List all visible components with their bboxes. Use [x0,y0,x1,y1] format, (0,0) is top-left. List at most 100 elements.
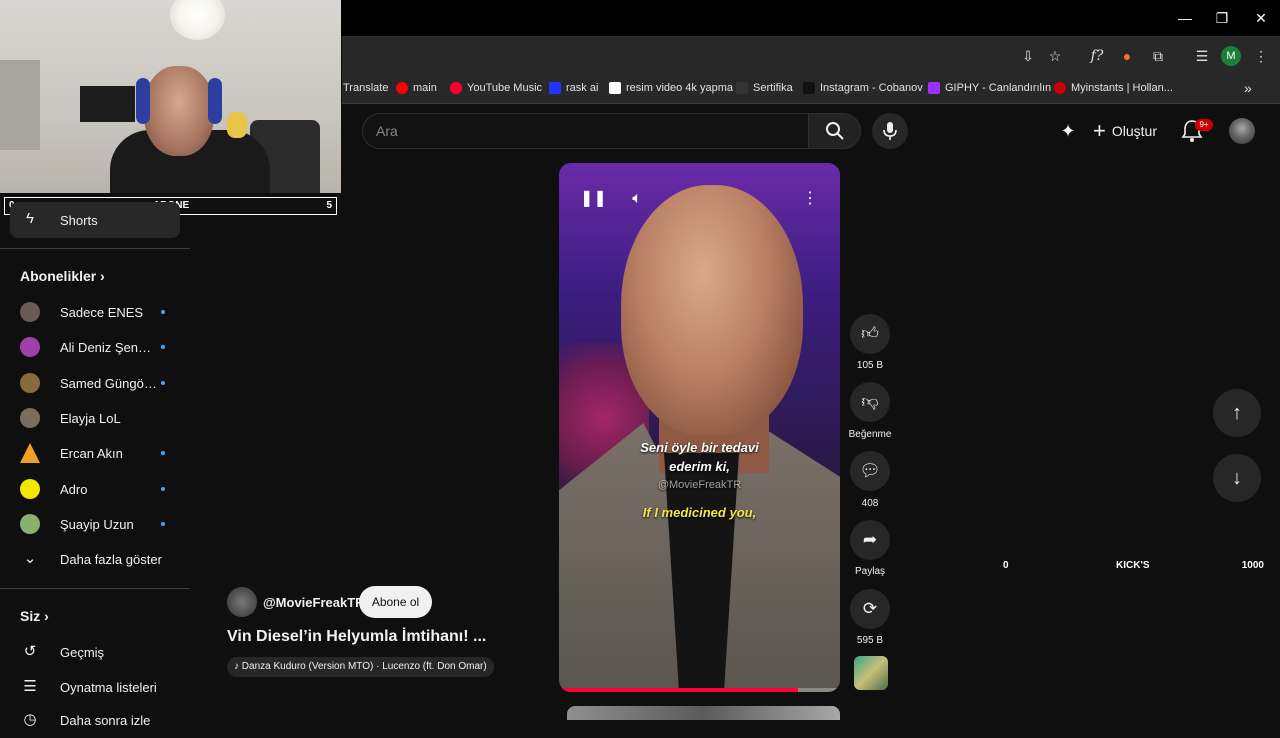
next-short-preview[interactable] [567,706,840,720]
clock-icon: ◷ [23,711,37,728]
search-button[interactable] [808,113,861,149]
you-heading[interactable]: Siz › [20,608,49,624]
sidebar-item-label: Oynatma listeleri [60,679,157,695]
address-bar[interactable] [352,41,1280,71]
gemini-sparkle-icon[interactable]: ✦ [1057,120,1079,142]
chevron-down-icon: ⌄ [23,550,37,567]
bookmark-giphy[interactable]: GIPHY - Canlandırılın [928,82,1051,94]
sidebar-item-history[interactable]: ↺ Geçmiş [0,634,190,670]
sidebar-item-subscription[interactable]: Ercan Akın [0,435,190,471]
remix-icon: ⟳ [862,599,878,618]
sidebar-item-label: Şuayip Uzun [60,516,134,532]
subscribe-button[interactable]: Abone ol [359,586,432,618]
extensions-puzzle-icon[interactable]: ⧉ [1147,45,1169,67]
remix-count: 595 B [856,635,884,646]
pause-icon[interactable]: ❚❚ [580,187,607,211]
dislike-button[interactable]: 👎︎ [850,382,890,422]
sidebar-item-subscription[interactable]: Sadece ENES [0,294,190,330]
close-button[interactable]: ✕ [1251,8,1271,28]
arrow-up-icon: ↑ [1232,402,1242,424]
browser-toolbar [342,36,1280,76]
webcam-feed [0,0,341,193]
video-progress-track[interactable] [559,688,840,692]
previous-short-button[interactable]: ↑ [1213,389,1261,437]
extension-orange-icon[interactable]: ● [1116,45,1138,67]
minimize-button[interactable]: — [1175,8,1195,28]
sidebar-item-subscription[interactable]: Ali Deniz Şenpot... [0,329,190,365]
account-avatar[interactable] [1229,118,1255,144]
myinstants-icon [1054,82,1066,94]
sidebar-item-label: Samed Güngör L... [60,375,158,391]
profile-avatar[interactable]: M [1221,46,1241,66]
sidebar-item-subscription[interactable]: Samed Güngör L... [0,365,190,401]
sidebar-item-label: Ercan Akın [60,445,123,461]
sidebar-item-label: Shorts [60,212,98,228]
restore-button[interactable]: ❐ [1212,8,1232,28]
create-button[interactable]: + Oluştur [1093,118,1157,144]
sidebar-item-subscription[interactable]: Adro [0,471,190,507]
subscriptions-heading[interactable]: Abonelikler › [20,268,105,284]
bookmark-youtube-music[interactable]: YouTube Music [450,82,542,94]
subscriber-goal-max: 5 [326,200,332,211]
sidebar-item-shorts[interactable]: ϟ Shorts [10,202,180,238]
comment-count: 408 [861,498,879,509]
thumbs-up-icon: 👍︎ [861,324,879,343]
more-bookmarks-chevron-icon[interactable]: » [1244,80,1252,96]
subtitle-turkish-line-1: Seni öyle bir tedavi [640,440,759,455]
new-content-dot [161,310,165,314]
music-note-icon: ♪ [234,661,239,672]
share-button[interactable]: ➦ [850,520,890,560]
sidebar-item-subscription[interactable]: Elayja LoL [0,400,190,436]
subtitle-english: If I medicined you, [642,505,757,520]
thumbs-down-icon: 👎︎ [861,392,879,411]
bookmark-instagram[interactable]: Instagram - Cobanov [803,82,923,94]
channel-avatar [20,373,40,393]
bookmark-translate[interactable]: Translate [343,82,388,94]
volume-icon[interactable]: 🔈︎ [625,187,649,211]
music-pill[interactable]: ♪ Danza Kuduro (Version MTO) · Lucenzo (… [227,657,494,677]
channel-avatar [20,302,40,322]
sidebar-item-subscription[interactable]: Şuayip Uzun [0,506,190,542]
new-content-dot [161,487,165,491]
sidebar-item-watch-later[interactable]: ◷ Daha sonra izle [0,702,190,738]
bookmark-myinstants[interactable]: Myinstants | Hollan... [1054,82,1173,94]
new-content-dot [161,381,165,385]
comments-button[interactable]: 💬︎ [850,451,890,491]
channel-avatar [20,337,40,357]
more-options-icon[interactable]: ⋮ [798,187,822,211]
bookmark-rask-ai[interactable]: rask ai [549,82,598,94]
sidebar-item-label: Daha fazla göster [60,551,162,567]
bookmark-resim-video[interactable]: resim video 4k yapma [609,82,733,94]
video-title[interactable]: Vin Diesel’in Helyumla İmtihanı! ... [227,628,486,646]
kick-goal-max: 1000 [1241,560,1264,571]
webcam-overlay [0,0,341,193]
sidebar-divider [0,588,190,589]
channel-name[interactable]: @MovieFreakTR [263,595,365,610]
dislike-label: Beğenme [848,429,892,440]
like-button[interactable]: 👍︎ [850,314,890,354]
install-app-icon[interactable]: ⇩ [1017,45,1039,67]
music-label: Danza Kuduro (Version MTO) · Lucenzo (ft… [241,661,487,672]
short-video-player[interactable]: Seni öyle bir tedavi ederim ki, @MovieFr… [559,163,840,692]
bookmark-star-icon[interactable]: ☆ [1044,45,1066,67]
bookmark-main[interactable]: main [396,82,437,94]
browser-menu-icon[interactable]: ⋮ [1250,45,1272,67]
bookmark-site-icon [609,82,621,94]
search-icon [826,122,844,140]
sound-thumbnail[interactable] [854,656,888,690]
bookmark-sertifika[interactable]: Sertifika [736,82,793,94]
sidebar-item-playlists[interactable]: ☰ Oynatma listeleri [0,669,190,705]
history-icon: ↺ [23,643,37,660]
kick-goal-bar: 0 KICK'S 1000 [990,558,1274,574]
plus-icon: + [1093,118,1106,143]
extension-fx-icon[interactable]: f? [1086,45,1108,67]
sidebar-item-label: Daha sonra izle [60,712,151,728]
search-input[interactable]: Ara [362,113,809,149]
next-short-button[interactable]: ↓ [1213,454,1261,502]
channel-avatar[interactable] [227,587,257,617]
sidebar-item-show-more[interactable]: ⌄ Daha fazla göster [0,541,190,577]
voice-search-button[interactable] [872,113,908,149]
remix-button[interactable]: ⟳ [850,589,890,629]
channel-avatar [20,408,40,428]
media-queue-icon[interactable]: ☰ [1191,45,1213,67]
